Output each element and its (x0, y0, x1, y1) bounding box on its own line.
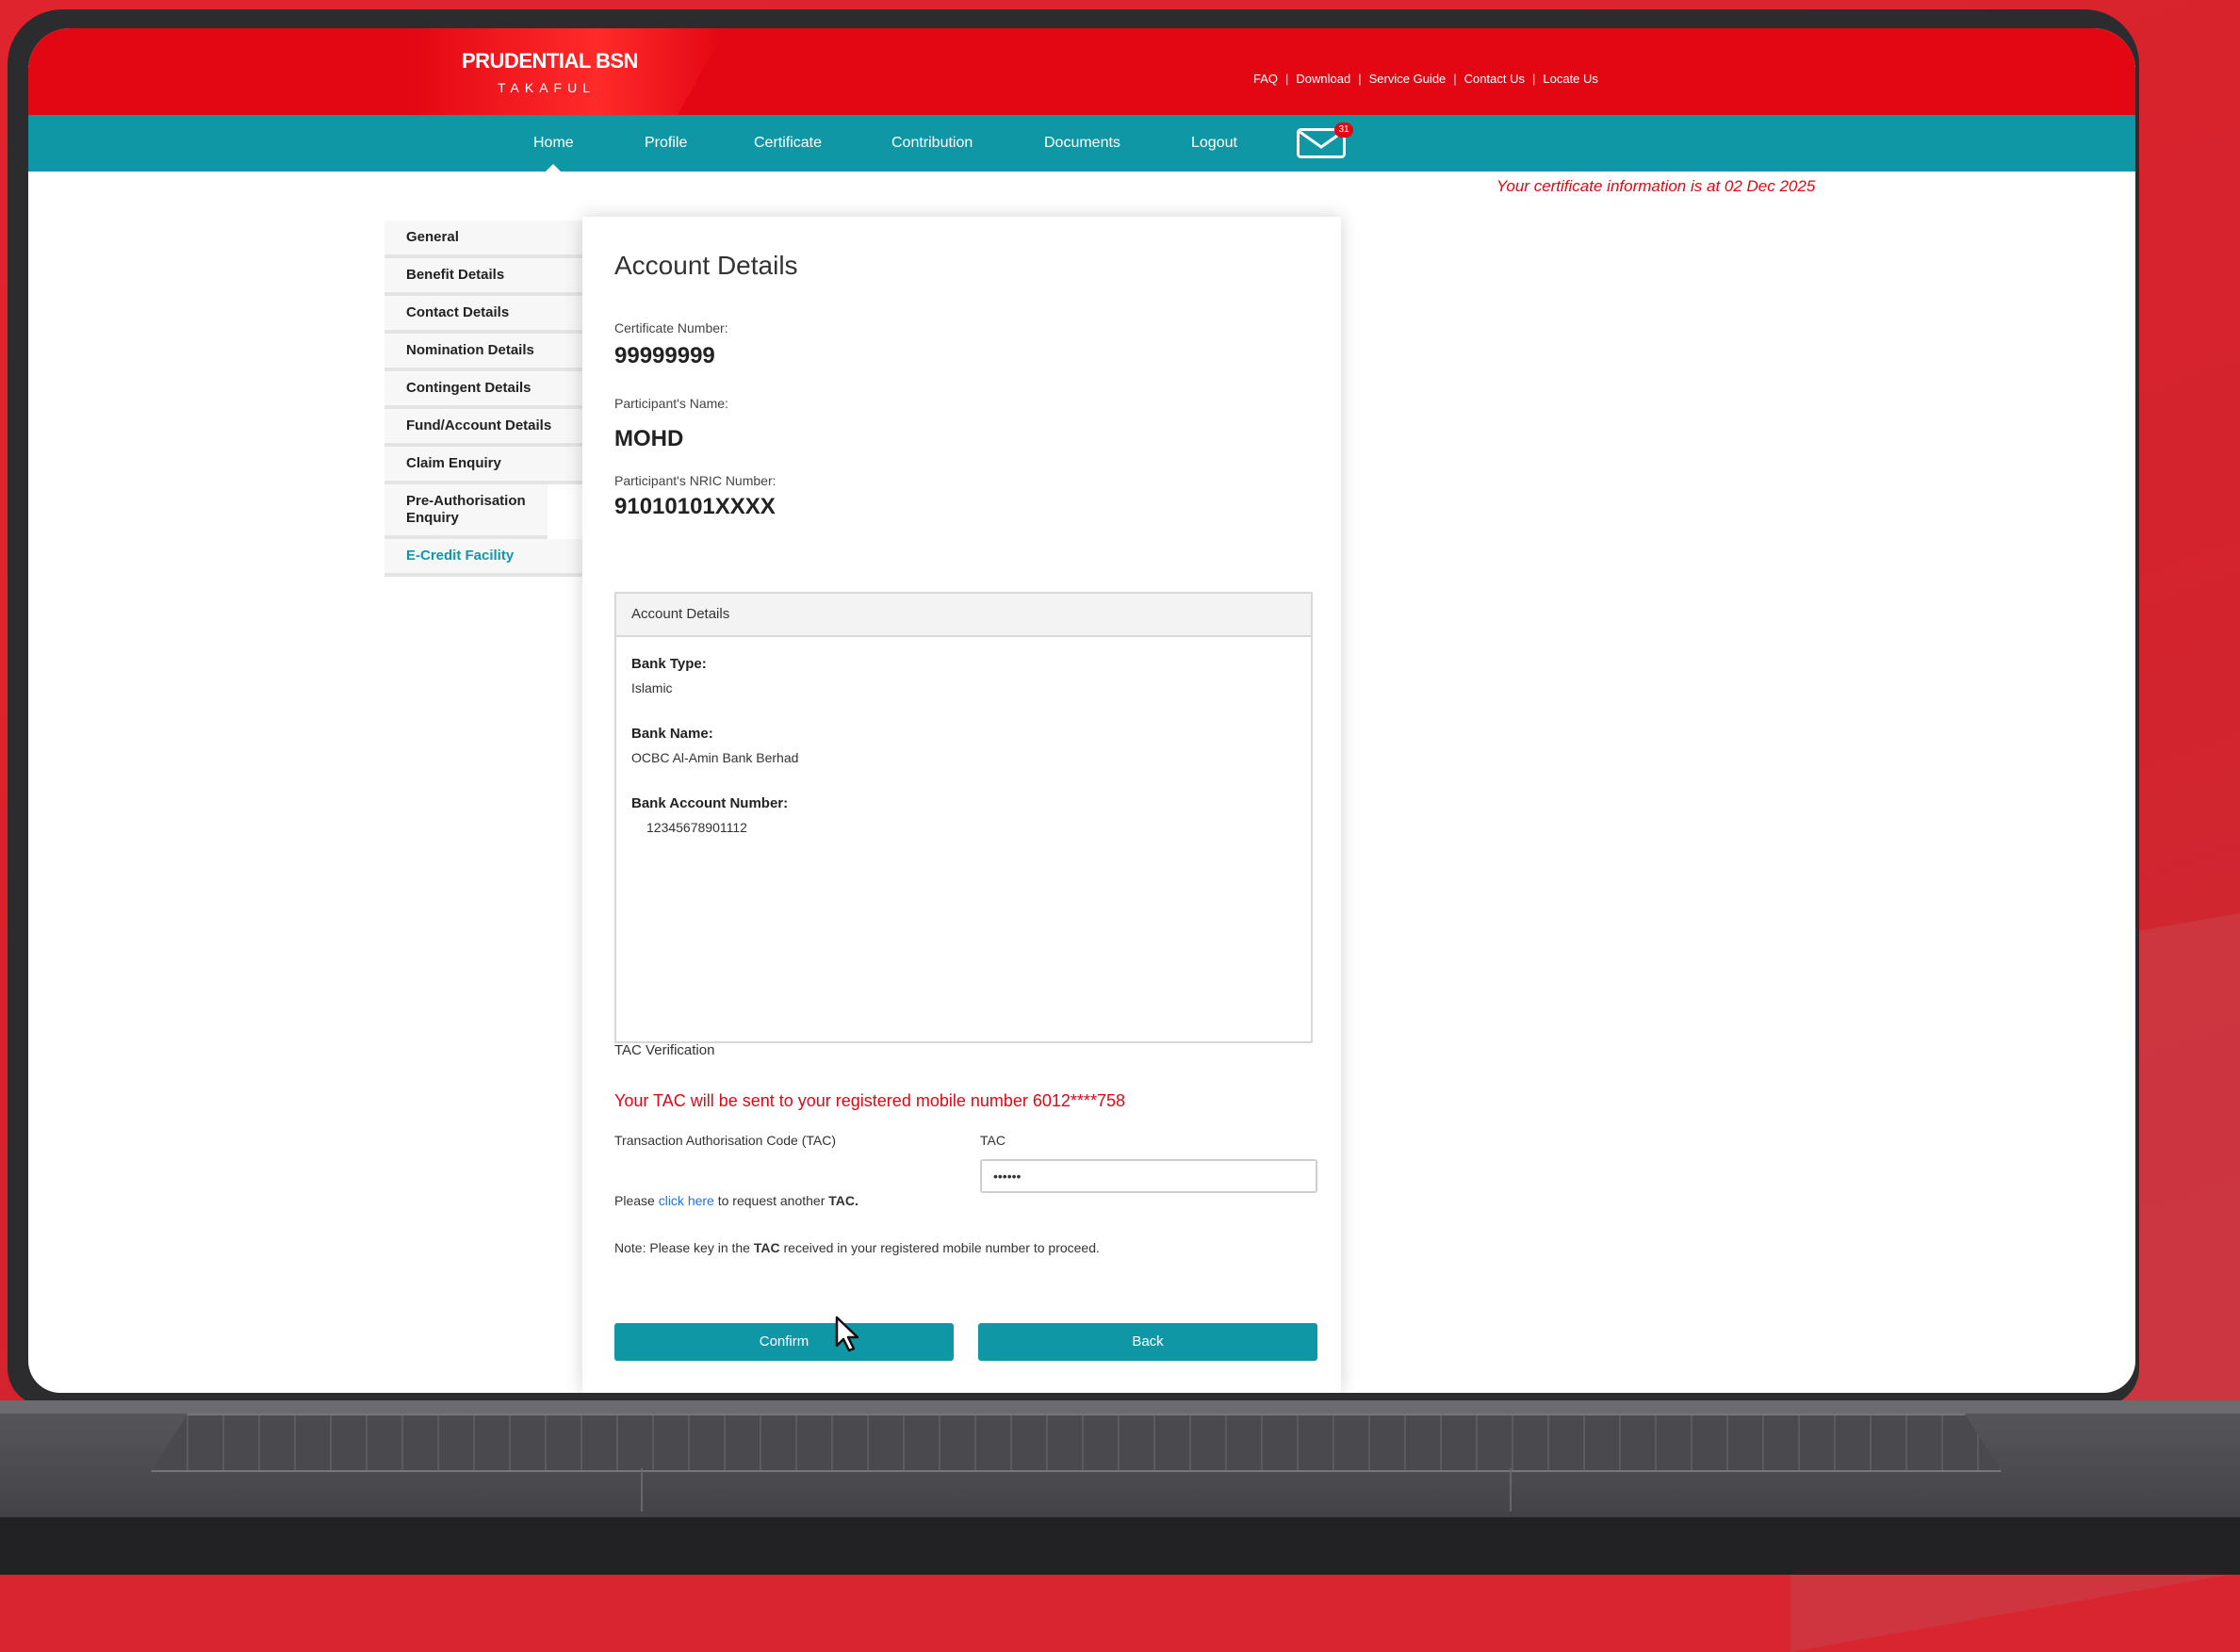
tac-note: Note: Please key in the TAC received in … (614, 1240, 1100, 1255)
tac-input[interactable] (980, 1159, 1317, 1193)
mouse-pointer-icon (824, 1308, 859, 1352)
laptop-base-edge (0, 1400, 2240, 1414)
mail-count-badge: 31 (1334, 123, 1353, 138)
sidebar-item-contact-details[interactable]: Contact Details (384, 296, 587, 334)
bank-name-label: Bank Name: (631, 726, 713, 742)
sidebar-item-nomination-details[interactable]: Nomination Details (384, 334, 587, 371)
separator: | (1531, 72, 1536, 86)
back-button[interactable]: Back (978, 1323, 1317, 1361)
participant-name-label: Participant's Name: (614, 396, 728, 411)
separator: | (1453, 72, 1457, 86)
bank-account-number-value: 12345678901112 (646, 820, 747, 835)
participant-nric-label: Participant's NRIC Number: (614, 473, 777, 488)
participant-name-value: MOHD (614, 426, 684, 451)
request-tac-prefix: Please (614, 1193, 659, 1208)
account-details-panel: Account Details Bank Type: Islamic Bank … (614, 592, 1313, 1043)
tac-note-bold: TAC (753, 1240, 780, 1255)
tac-note-suffix: received in your registered mobile numbe… (779, 1240, 1100, 1255)
download-link[interactable]: Download (1296, 72, 1350, 86)
contact-us-link[interactable]: Contact Us (1464, 72, 1525, 86)
laptop-screen: PRUDENTIAL BSN TAKAFUL FAQ | Download | … (28, 28, 2135, 1393)
request-tac-link[interactable]: click here (659, 1193, 714, 1208)
request-tac-line: Please click here to request another TAC… (614, 1193, 858, 1208)
nav-home[interactable]: Home (533, 115, 574, 172)
laptop-trackpad (641, 1468, 1512, 1512)
nav-profile[interactable]: Profile (645, 115, 687, 172)
faq-link[interactable]: FAQ (1253, 72, 1278, 86)
sidebar-item-general[interactable]: General (384, 221, 587, 258)
tac-note-prefix: Note: Please key in the (614, 1240, 754, 1255)
tac-verification-title: TAC Verification (614, 1042, 715, 1058)
nav-documents[interactable]: Documents (1044, 115, 1120, 172)
certificate-number-label: Certificate Number: (614, 320, 728, 335)
request-tac-bold: TAC. (828, 1193, 858, 1208)
brand-subtitle: TAKAFUL (498, 80, 596, 95)
top-header: PRUDENTIAL BSN TAKAFUL FAQ | Download | … (28, 28, 2135, 115)
bank-type-value: Islamic (631, 680, 673, 695)
sidebar-item-e-credit-facility[interactable]: E-Credit Facility (384, 539, 587, 577)
tac-code-label: Transaction Authorisation Code (TAC) (614, 1133, 836, 1148)
active-nav-indicator (545, 164, 562, 172)
nav-certificate[interactable]: Certificate (754, 115, 822, 172)
account-details-card: Account Details Certificate Number: 9999… (582, 217, 1341, 1393)
nav-logout[interactable]: Logout (1191, 115, 1237, 172)
sidebar-item-fund-account-details[interactable]: Fund/Account Details (384, 409, 587, 447)
top-links: FAQ | Download | Service Guide | Contact… (1253, 72, 1598, 86)
sidebar-item-contingent-details[interactable]: Contingent Details (384, 371, 587, 409)
sidebar-item-pre-authorisation-enquiry[interactable]: Pre-Authorisation Enquiry (384, 484, 548, 539)
laptop-bezel: PRUDENTIAL BSN TAKAFUL FAQ | Download | … (8, 9, 2139, 1406)
tac-sent-message: Your TAC will be sent to your registered… (614, 1091, 1125, 1110)
page-title: Account Details (614, 251, 798, 280)
bank-account-number-label: Bank Account Number: (631, 795, 789, 811)
request-tac-suffix: to request another (713, 1193, 829, 1208)
laptop-base-shadow (0, 1517, 2240, 1575)
participant-nric-value: 91010101XXXX (614, 494, 776, 519)
nav-contribution[interactable]: Contribution (891, 115, 973, 172)
laptop-keyboard (151, 1414, 2002, 1472)
sidebar-item-benefit-details[interactable]: Benefit Details (384, 258, 587, 296)
brand-logo[interactable]: PRUDENTIAL BSN TAKAFUL (405, 28, 726, 115)
tac-input-label: TAC (980, 1133, 1006, 1148)
sidebar-item-claim-enquiry[interactable]: Claim Enquiry (384, 447, 587, 484)
main-nav: Home Profile Certificate Contribution Do… (28, 115, 2135, 172)
separator: | (1285, 72, 1289, 86)
sidebar: General Benefit Details Contact Details … (384, 221, 587, 577)
bank-name-value: OCBC Al-Amin Bank Berhad (631, 750, 799, 765)
account-details-panel-header: Account Details (616, 594, 1311, 637)
certificate-number-value: 99999999 (614, 343, 715, 368)
service-guide-link[interactable]: Service Guide (1369, 72, 1447, 86)
certificate-info-note: Your certificate information is at 02 De… (1496, 177, 1816, 195)
locate-us-link[interactable]: Locate Us (1543, 72, 1598, 86)
confirm-button[interactable]: Confirm (614, 1323, 954, 1361)
separator: | (1358, 72, 1362, 86)
bank-type-label: Bank Type: (631, 656, 707, 672)
brand-name: PRUDENTIAL BSN (462, 49, 638, 73)
